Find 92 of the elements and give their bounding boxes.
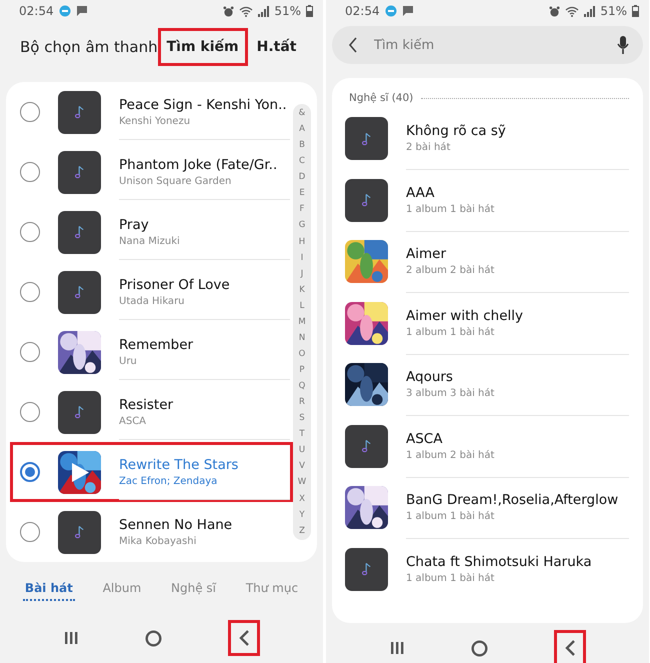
song-title[interactable]: Peace Sign - Kenshi Yon.. [119, 96, 290, 112]
battery-icon [632, 5, 639, 17]
app-icon [58, 5, 71, 17]
search-bar[interactable]: Tìm kiếm [332, 26, 643, 64]
battery-level: 51% [274, 4, 301, 18]
artist-detail: 1 album 1 bài hát [406, 573, 496, 584]
music-note-icon [345, 548, 388, 591]
music-note-icon [345, 117, 388, 160]
radio-button[interactable] [20, 282, 40, 302]
song-artist: Unison Square Garden [119, 176, 232, 186]
back-icon[interactable] [238, 629, 250, 647]
artist-detail: 1 album 1 bài hát [406, 326, 496, 338]
song-row[interactable]: Rewrite The Stars Zac Efron; Zendaya [10, 442, 293, 502]
alarm-icon [549, 6, 560, 16]
song-title[interactable]: Sennen No Hane [119, 517, 290, 533]
music-note-icon [58, 210, 101, 254]
back-button[interactable] [228, 620, 260, 656]
artist-name[interactable]: Chata ft Shimotsuki Haruka [406, 554, 629, 570]
message-icon [76, 5, 88, 17]
music-note-icon [58, 510, 101, 554]
artist-name[interactable]: ASCA [406, 430, 629, 447]
home-icon[interactable] [471, 640, 488, 656]
song-artist: Nana Mizuki [119, 236, 181, 246]
alphabet-index[interactable]: & A B C D E F G H I J K L M N O P Q R S T U V W X Y Z [293, 104, 311, 540]
song-row[interactable]: Prisoner Of Love Utada Hikaru [10, 262, 293, 322]
artist-detail: 1 album 1 bài hát [406, 511, 496, 522]
play-icon [70, 462, 90, 482]
song-row[interactable]: Phantom Joke (Fate/Gr.. Unison Square Garden [10, 142, 293, 202]
radio-button[interactable] [20, 522, 40, 542]
signal-icon [258, 6, 270, 16]
back-icon[interactable] [564, 639, 576, 657]
artist-name[interactable]: Không rõ ca sỹ [406, 123, 629, 140]
radio-button[interactable] [20, 342, 40, 362]
home-icon[interactable] [145, 630, 162, 646]
search-field[interactable]: Tìm kiếm [372, 36, 603, 54]
artist-name[interactable]: Aqours [406, 369, 629, 386]
song-artist: Utada Hikaru [119, 296, 186, 306]
song-title[interactable]: Phantom Joke (Fate/Gr.. [119, 156, 290, 172]
section-title: Nghệ sĩ (40) [349, 92, 414, 104]
battery-level: 51% [600, 4, 627, 18]
song-artist: Mika Kobayashi [119, 536, 198, 547]
back-button[interactable] [554, 630, 586, 663]
artist-detail: 2 album 2 bài hát [406, 265, 496, 276]
song-row[interactable]: Remember Uru [10, 322, 293, 382]
song-title[interactable]: Pray [119, 216, 290, 232]
battery-icon [306, 5, 313, 17]
song-row[interactable]: Peace Sign - Kenshi Yon.. Kenshi Yonezu [10, 82, 293, 142]
song-artist: ASCA [119, 416, 148, 426]
music-note-icon [58, 270, 101, 314]
song-artist: Kenshi Yonezu [119, 116, 192, 126]
radio-button[interactable] [20, 102, 40, 122]
artist-detail: 3 album 3 bài hát [406, 388, 496, 400]
recent-apps-icon[interactable] [63, 631, 79, 645]
song-title[interactable]: Remember [119, 336, 290, 352]
recent-apps-icon[interactable] [389, 641, 405, 655]
clock: 02:54 [19, 4, 54, 18]
artist-name[interactable]: Aimer [406, 246, 629, 262]
radio-button[interactable] [20, 222, 40, 242]
song-artist: Uru [119, 356, 138, 366]
artist-detail: 1 album 2 bài hát [406, 450, 496, 461]
music-note-icon [345, 178, 388, 222]
radio-button[interactable] [20, 162, 40, 182]
clock: 02:54 [345, 4, 380, 18]
app-icon [384, 5, 397, 17]
radio-button[interactable] [20, 402, 40, 422]
song-row[interactable]: Sennen No Hane Mika Kobayashi [10, 502, 293, 562]
artist-detail: 1 album 1 bài hát [406, 204, 496, 215]
microphone-icon[interactable] [617, 36, 629, 54]
alarm-icon [223, 6, 234, 16]
category-tab[interactable]: Bài hát [22, 577, 75, 601]
artist-name[interactable]: Aimer with chelly [406, 308, 629, 324]
radio-button[interactable] [20, 462, 40, 482]
song-row[interactable]: Pray Nana Mizuki [10, 202, 293, 262]
song-row[interactable]: Resister ASCA [10, 382, 293, 442]
signal-icon [584, 6, 596, 16]
artist-name[interactable]: BanG Dream!,Roselia,Afterglow [406, 492, 629, 508]
artist-name[interactable]: AAA [406, 184, 629, 201]
music-note-icon [58, 150, 101, 194]
message-icon [402, 5, 414, 17]
wifi-icon [239, 6, 254, 16]
music-note-icon [58, 90, 101, 134]
song-title[interactable]: Prisoner Of Love [119, 276, 290, 292]
music-note-icon [58, 390, 101, 434]
header-action-button[interactable]: H.tất [248, 28, 306, 66]
artist-detail: 2 bài hát [406, 142, 452, 154]
song-title[interactable]: Resister [119, 396, 290, 412]
screen-title: Bộ chọn âm thanh [20, 38, 158, 56]
header-action-button[interactable]: Tìm kiếm [158, 28, 248, 66]
song-artist: Zac Efron; Zendaya [119, 476, 218, 486]
wifi-icon [565, 6, 580, 16]
song-title[interactable]: Rewrite The Stars [119, 456, 290, 472]
music-note-icon [345, 424, 388, 468]
